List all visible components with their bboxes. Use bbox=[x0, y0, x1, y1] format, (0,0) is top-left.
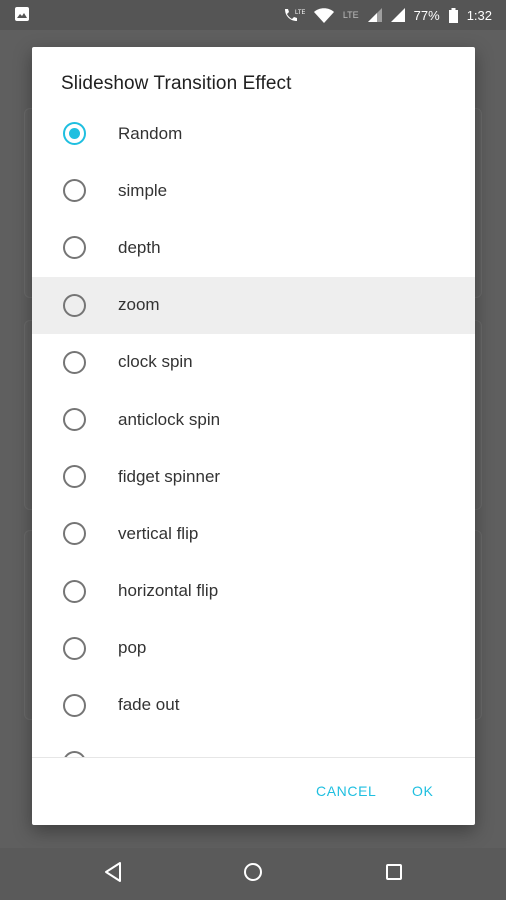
option-label: Random bbox=[118, 123, 183, 143]
back-triangle-icon[interactable] bbox=[102, 860, 124, 889]
option-label: anticlock spin bbox=[118, 409, 221, 429]
options-list[interactable]: Random simple depth zoom clock spin anti… bbox=[32, 105, 475, 757]
recents-square-icon[interactable] bbox=[383, 860, 405, 889]
signal-icon bbox=[390, 8, 405, 22]
radio-button[interactable] bbox=[63, 579, 86, 603]
navigation-bar bbox=[0, 848, 506, 900]
image-icon bbox=[14, 6, 30, 25]
option-label: simple bbox=[118, 180, 168, 200]
radio-button[interactable] bbox=[63, 236, 86, 260]
home-circle-icon[interactable] bbox=[242, 860, 264, 889]
option-depth[interactable]: depth bbox=[32, 219, 475, 276]
radio-button[interactable] bbox=[63, 122, 86, 146]
radio-button[interactable] bbox=[63, 350, 86, 374]
svg-text:LTE: LTE bbox=[295, 10, 305, 16]
radio-button[interactable] bbox=[63, 693, 86, 717]
option-label: pop bbox=[118, 638, 147, 658]
battery-percent: 77% bbox=[413, 7, 440, 23]
status-bar: LTE LTE 77% 1:32 bbox=[0, 0, 506, 30]
option-label: clock spin bbox=[118, 352, 193, 372]
option-label: zoom bbox=[118, 295, 160, 315]
cancel-button[interactable]: CANCEL bbox=[316, 783, 376, 799]
wifi-icon bbox=[313, 7, 334, 23]
option-label: fade out bbox=[118, 695, 180, 715]
option-label: horizontal flip bbox=[118, 581, 219, 601]
option-label: fidget spinner bbox=[118, 466, 221, 486]
option-fade-out[interactable]: fade out bbox=[32, 677, 475, 734]
option-anticlock-spin[interactable]: anticlock spin bbox=[32, 391, 475, 448]
dialog-title: Slideshow Transition Effect bbox=[61, 73, 292, 94]
option-clock-spin[interactable]: clock spin bbox=[32, 334, 475, 391]
ok-button[interactable]: OK bbox=[412, 783, 433, 799]
radio-button[interactable] bbox=[63, 465, 86, 489]
dialog-actions: CANCEL OK bbox=[32, 758, 475, 825]
option-pop[interactable]: pop bbox=[32, 620, 475, 677]
wifi-calling-lte-icon: LTE bbox=[283, 7, 305, 23]
radio-button[interactable] bbox=[63, 293, 86, 317]
radio-button[interactable] bbox=[63, 522, 86, 546]
radio-button[interactable] bbox=[63, 408, 86, 432]
radio-button[interactable] bbox=[63, 636, 86, 660]
option-vertical-flip[interactable]: vertical flip bbox=[32, 505, 475, 562]
radio-button[interactable] bbox=[63, 179, 86, 203]
battery-icon bbox=[448, 7, 458, 23]
option-label: depth bbox=[118, 237, 161, 257]
option-partially-hidden[interactable] bbox=[32, 734, 475, 757]
clock-time: 1:32 bbox=[466, 7, 492, 23]
transition-effect-dialog: Slideshow Transition Effect Random simpl… bbox=[32, 47, 475, 825]
lte-badge: LTE bbox=[342, 10, 359, 20]
option-horizontal-flip[interactable]: horizontal flip bbox=[32, 563, 475, 620]
option-fidget-spinner[interactable]: fidget spinner bbox=[32, 448, 475, 505]
option-simple[interactable]: simple bbox=[32, 162, 475, 219]
option-zoom[interactable]: zoom bbox=[32, 276, 475, 334]
option-label: vertical flip bbox=[118, 523, 199, 543]
signal-icon bbox=[367, 8, 382, 22]
option-random[interactable]: Random bbox=[32, 105, 475, 162]
